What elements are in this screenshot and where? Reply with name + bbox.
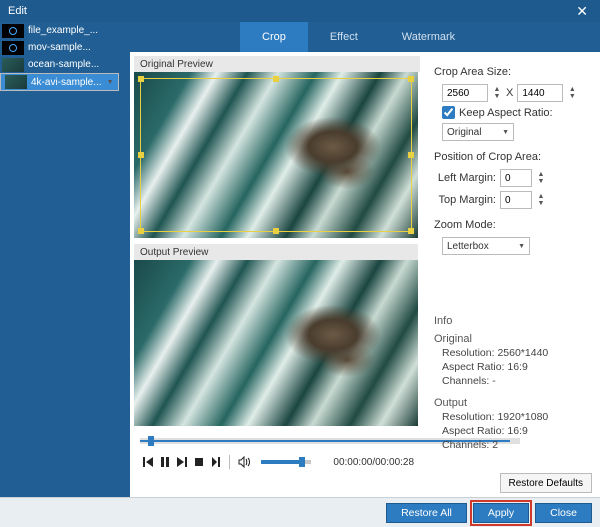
top-margin-spinner[interactable]: ▲▼ — [536, 193, 546, 207]
time-display: 00:00:00/00:00:28 — [333, 457, 414, 468]
height-spinner[interactable]: ▲▼ — [567, 86, 577, 100]
prev-icon[interactable] — [140, 454, 155, 470]
sidebar-item[interactable]: file_example_... — [0, 22, 130, 39]
tab-effect[interactable]: Effect — [308, 22, 380, 52]
tab-crop[interactable]: Crop — [240, 22, 308, 52]
sidebar-item[interactable]: mov-sample... — [0, 39, 130, 56]
sidebar-item-label: mov-sample... — [28, 42, 91, 53]
original-preview[interactable] — [134, 72, 418, 238]
info-output-label: Output — [434, 397, 590, 409]
volume-icon[interactable] — [236, 454, 251, 470]
window-title: Edit — [8, 5, 27, 17]
file-sidebar: file_example_... mov-sample... ocean-sam… — [0, 22, 130, 497]
top-margin-input[interactable] — [500, 191, 532, 209]
sidebar-item-label: 4k-avi-sample... — [31, 77, 102, 88]
zoom-mode-label: Zoom Mode: — [434, 219, 590, 231]
stop-icon[interactable] — [191, 454, 206, 470]
size-separator: X — [506, 87, 513, 99]
crop-size-label: Crop Area Size: — [434, 66, 590, 78]
left-margin-spinner[interactable]: ▲▼ — [536, 171, 546, 185]
footer: Restore All Apply Close — [0, 497, 600, 527]
info-output-resolution: Resolution: 1920*1080 — [442, 411, 590, 423]
zoom-mode-select[interactable]: Letterbox — [442, 237, 530, 255]
sidebar-item-selected[interactable]: 4k-avi-sample... — [0, 73, 119, 91]
restore-defaults-button[interactable]: Restore Defaults — [500, 473, 592, 493]
settings-panel: Crop Area Size: ▲▼ X ▲▼ Keep Aspect Rati… — [420, 52, 600, 497]
crop-frame[interactable] — [140, 78, 412, 232]
info-output-aspect: Aspect Ratio: 16:9 — [442, 425, 590, 437]
info-original-resolution: Resolution: 2560*1440 — [442, 347, 590, 359]
preview-image — [134, 260, 418, 426]
sidebar-item[interactable]: ocean-sample... — [0, 56, 130, 73]
info-output-channels: Channels: 2 — [442, 439, 590, 451]
close-button[interactable]: Close — [535, 503, 592, 523]
tab-watermark[interactable]: Watermark — [380, 22, 477, 52]
info-block: Info Original Resolution: 2560*1440 Aspe… — [434, 315, 590, 451]
next-icon[interactable] — [174, 454, 189, 470]
keep-aspect-label: Keep Aspect Ratio: — [459, 107, 553, 119]
left-margin-input[interactable] — [500, 169, 532, 187]
info-original-aspect: Aspect Ratio: 16:9 — [442, 361, 590, 373]
sidebar-item-label: file_example_... — [28, 25, 98, 36]
pause-icon[interactable] — [157, 454, 172, 470]
info-original-channels: Channels: - — [442, 375, 590, 387]
tab-bar: Crop Effect Watermark — [130, 22, 600, 52]
restore-all-button[interactable]: Restore All — [386, 503, 467, 523]
close-icon[interactable]: ✕ — [572, 3, 592, 20]
top-margin-label: Top Margin: — [434, 194, 496, 206]
width-spinner[interactable]: ▲▼ — [492, 86, 502, 100]
info-original-label: Original — [434, 333, 590, 345]
titlebar: Edit ✕ — [0, 0, 600, 22]
player-controls: 00:00:00/00:00:28 — [134, 432, 420, 484]
volume-slider[interactable] — [261, 460, 311, 464]
output-preview-label: Output Preview — [134, 244, 418, 260]
step-icon[interactable] — [208, 454, 223, 470]
info-header: Info — [434, 315, 590, 327]
position-label: Position of Crop Area: — [434, 151, 590, 163]
aspect-select[interactable]: Original — [442, 123, 514, 141]
left-margin-label: Left Margin: — [434, 172, 496, 184]
output-preview — [134, 260, 418, 426]
crop-height-input[interactable] — [517, 84, 563, 102]
keep-aspect-checkbox[interactable] — [442, 106, 455, 119]
sidebar-item-label: ocean-sample... — [28, 59, 99, 70]
original-preview-label: Original Preview — [134, 56, 420, 72]
apply-button[interactable]: Apply — [473, 503, 529, 523]
crop-width-input[interactable] — [442, 84, 488, 102]
